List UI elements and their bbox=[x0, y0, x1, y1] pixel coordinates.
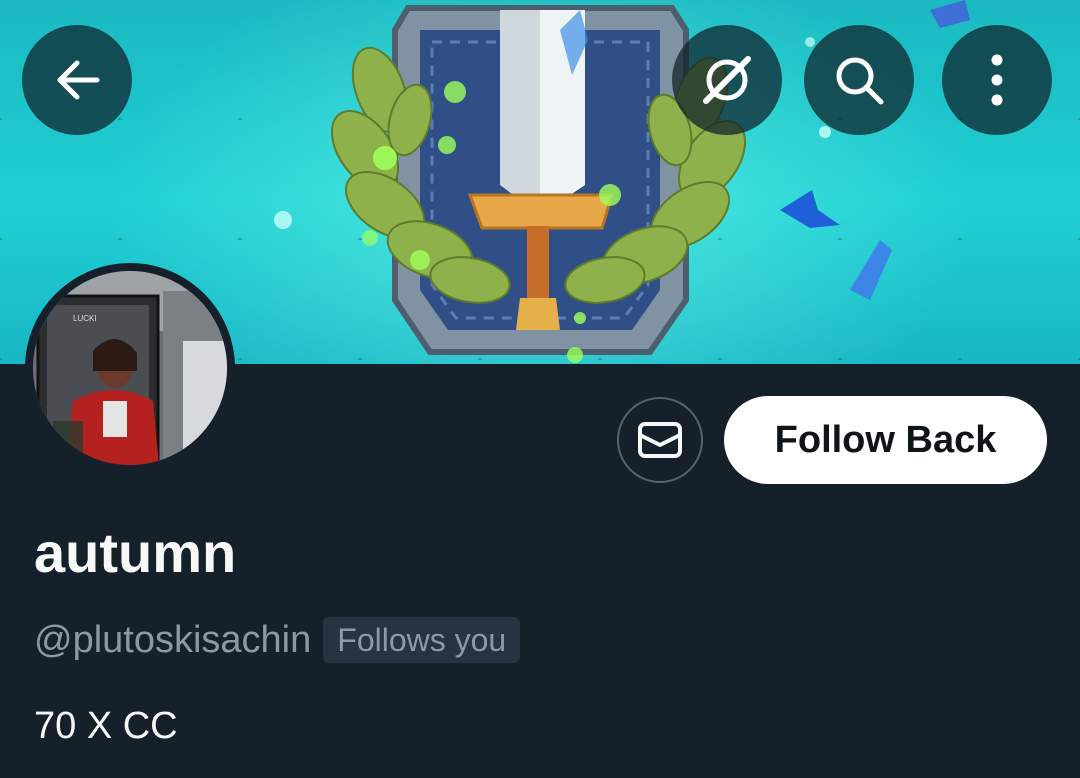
more-options-button[interactable] bbox=[942, 25, 1052, 135]
handle-row: @plutoskisachin Follows you bbox=[34, 614, 521, 666]
message-button[interactable] bbox=[617, 397, 703, 483]
follows-you-badge: Follows you bbox=[323, 617, 521, 663]
svg-text:LUCKI: LUCKI bbox=[73, 314, 97, 323]
avatar-photo: LUCKI bbox=[33, 271, 227, 465]
grok-icon bbox=[703, 56, 751, 104]
search-button[interactable] bbox=[804, 25, 914, 135]
follow-back-button[interactable]: Follow Back bbox=[724, 396, 1047, 484]
display-name: autumn bbox=[34, 521, 237, 584]
user-handle: @plutoskisachin bbox=[34, 619, 312, 661]
back-button[interactable] bbox=[22, 25, 132, 135]
avatar-photo-illustration: LUCKI bbox=[33, 271, 227, 465]
grok-button[interactable] bbox=[672, 25, 782, 135]
envelope-icon bbox=[638, 422, 682, 458]
arrow-left-icon bbox=[57, 60, 100, 100]
more-vertical-icon bbox=[991, 54, 1003, 106]
profile-avatar[interactable]: LUCKI bbox=[25, 263, 235, 473]
profile-bio: 70 X CC bbox=[34, 705, 178, 747]
search-icon bbox=[836, 57, 884, 105]
